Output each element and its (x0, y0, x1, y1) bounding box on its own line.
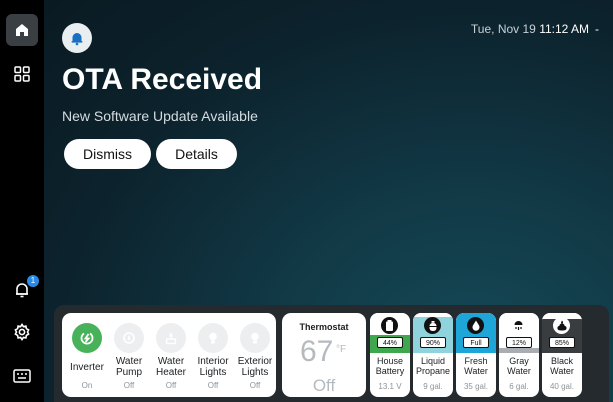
load-label: Exterior Lights (237, 356, 273, 378)
tank-label: House Battery (375, 356, 405, 376)
bulb-icon (240, 323, 270, 353)
water-pump-icon (114, 323, 144, 353)
notification-screen: Tue, Nov 19 11:12 AM - OTA Received New S… (44, 0, 613, 402)
home-button[interactable] (6, 14, 38, 46)
thermostat-card[interactable]: Thermostat 67 °F Off (282, 313, 366, 397)
thermostat-label: Thermostat (299, 322, 349, 332)
tank-value: 40 gal. (549, 382, 575, 391)
notification-title: OTA Received (62, 63, 263, 96)
gear-icon (14, 323, 30, 341)
tank-fresh-water[interactable]: Full Fresh Water 35 gal. (456, 313, 496, 397)
waste-icon (553, 317, 570, 334)
tank-value: 6 gal. (509, 382, 529, 391)
thermostat-state: Off (312, 376, 336, 395)
tank-black-water[interactable]: 85% Black Water 40 gal. (542, 313, 582, 397)
thermostat-unit: °F (336, 344, 347, 355)
clock-separator: - (595, 22, 599, 36)
load-state: Off (123, 381, 135, 390)
tank-value: 35 gal. (463, 382, 489, 391)
water-drop-icon (467, 317, 484, 334)
home-icon (16, 24, 28, 36)
details-button[interactable]: Details (156, 139, 237, 169)
notifications-button[interactable]: 1 (6, 274, 39, 306)
load-label: Water Heater (155, 356, 186, 378)
settings-button[interactable] (6, 316, 38, 348)
notification-count-badge: 1 (27, 275, 39, 287)
load-interior-lights[interactable]: Interior Lights Off (192, 313, 234, 397)
load-water-pump[interactable]: Water Pump Off (108, 313, 150, 397)
load-state: Off (207, 381, 219, 390)
notification-bell-icon (62, 23, 92, 53)
loads-card: Inverter On Water Pump Off Water Heater … (62, 313, 276, 397)
load-state: On (81, 381, 93, 390)
load-inverter[interactable]: Inverter On (66, 313, 108, 397)
tank-label: Liquid Propane (415, 356, 451, 376)
tank-value: 13.1 V (378, 382, 402, 391)
status-tray: Inverter On Water Pump Off Water Heater … (54, 305, 609, 402)
tank-label: Fresh Water (464, 356, 488, 376)
tank-liquid-propane[interactable]: 90% Liquid Propane 9 gal. (413, 313, 453, 397)
shower-icon (510, 317, 527, 334)
propane-tank-icon (424, 317, 441, 334)
level-percent: Full (463, 337, 489, 348)
sidebar: 1 (0, 0, 44, 402)
keyboard-icon (13, 369, 31, 383)
level-percent: 12% (506, 337, 532, 348)
tank-house-battery[interactable]: 44% House Battery 13.1 V (370, 313, 410, 397)
battery-icon (381, 317, 398, 334)
level-percent: 44% (377, 337, 403, 348)
load-state: Off (165, 381, 177, 390)
clock: Tue, Nov 19 11:12 AM - (471, 22, 599, 36)
tank-gray-water[interactable]: 12% Gray Water 6 gal. (499, 313, 539, 397)
load-label: Water Pump (115, 356, 143, 378)
load-label: Inverter (70, 362, 104, 373)
dismiss-button[interactable]: Dismiss (64, 139, 151, 169)
water-heater-icon (156, 323, 186, 353)
load-label: Interior Lights (197, 356, 229, 378)
tank-label: Black Water (550, 356, 574, 376)
keyboard-button[interactable] (6, 360, 38, 392)
load-state: Off (249, 381, 261, 390)
clock-date: Tue, Nov 19 (470, 22, 536, 36)
level-percent: 90% (420, 337, 446, 348)
clock-time: 11:12 AM (539, 22, 589, 36)
apps-button[interactable] (6, 58, 38, 90)
tank-label: Gray Water (507, 356, 531, 376)
load-water-heater[interactable]: Water Heater Off (150, 313, 192, 397)
notification-subtitle: New Software Update Available (62, 108, 258, 124)
bulb-icon (198, 323, 228, 353)
power-icon (72, 323, 102, 353)
tank-value: 9 gal. (423, 382, 443, 391)
thermostat-temperature: 67 (300, 335, 334, 368)
load-exterior-lights[interactable]: Exterior Lights Off (234, 313, 276, 397)
level-percent: 85% (549, 337, 575, 348)
apps-grid-icon (14, 66, 30, 82)
